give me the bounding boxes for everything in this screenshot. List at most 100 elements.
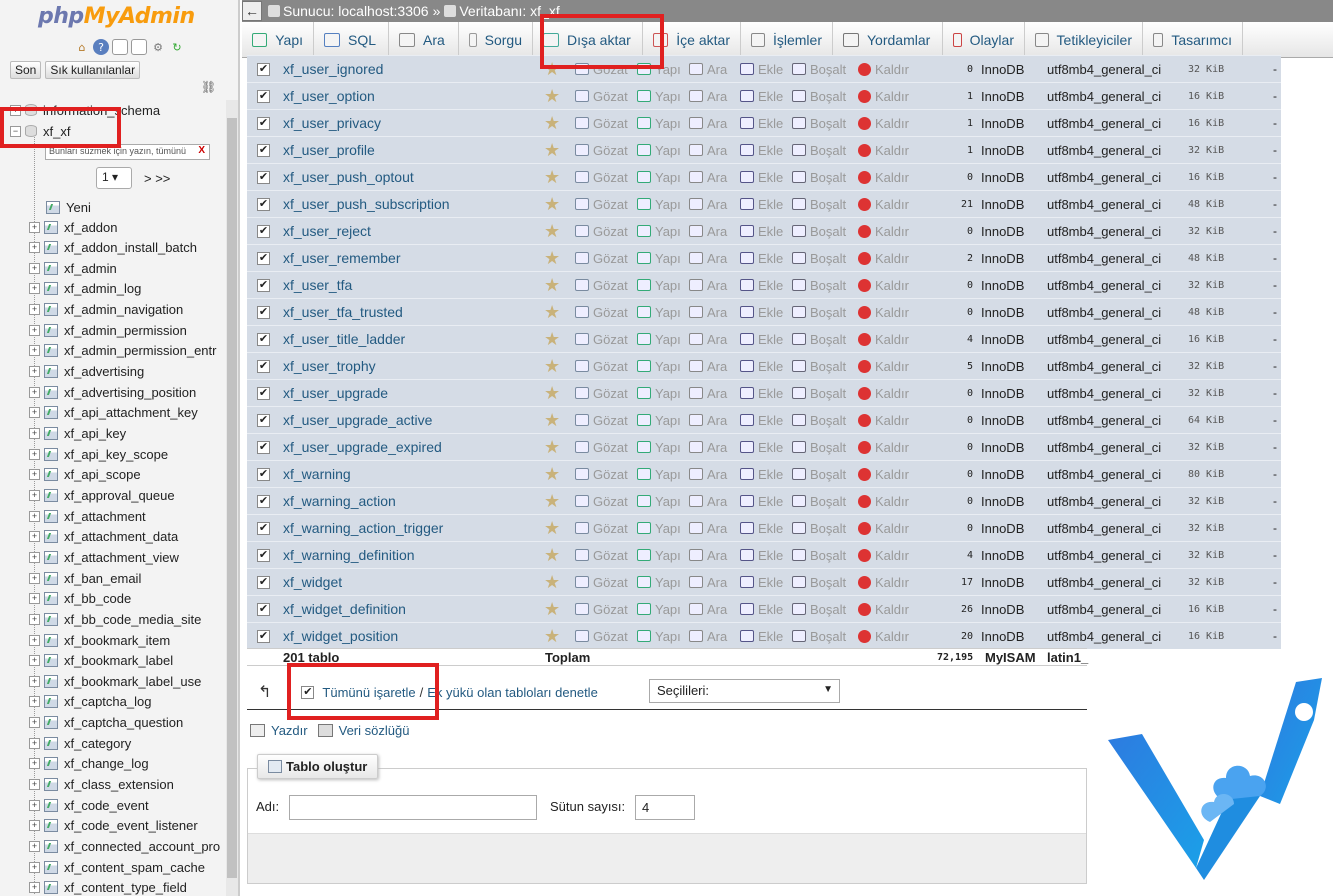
favorite-star-icon[interactable]: ★ bbox=[544, 248, 560, 269]
empty-action[interactable]: Boşalt bbox=[792, 629, 846, 644]
browse-action[interactable]: Gözat bbox=[575, 305, 628, 320]
structure-action[interactable]: Yapı bbox=[637, 116, 681, 131]
empty-action[interactable]: Boşalt bbox=[792, 413, 846, 428]
search-action[interactable]: Ara bbox=[689, 386, 727, 401]
row-checkbox[interactable]: ✔ bbox=[257, 62, 270, 76]
favorite-star-icon[interactable]: ★ bbox=[544, 194, 560, 215]
favorite-star-icon[interactable]: ★ bbox=[544, 599, 560, 620]
structure-action[interactable]: Yapı bbox=[637, 359, 681, 374]
favorite-star-icon[interactable]: ★ bbox=[544, 545, 560, 566]
browse-action[interactable]: Gözat bbox=[575, 251, 628, 266]
table-name-link[interactable]: xf_user_trophy bbox=[283, 358, 376, 374]
tree-table-item[interactable]: + xf_code_event_listener bbox=[0, 816, 226, 836]
reload-icon[interactable]: ↻ bbox=[169, 39, 185, 55]
empty-action[interactable]: Boşalt bbox=[792, 62, 846, 77]
column-count-input[interactable]: 4 bbox=[635, 795, 695, 820]
empty-action[interactable]: Boşalt bbox=[792, 359, 846, 374]
tree-table-item[interactable]: + xf_captcha_log bbox=[0, 692, 226, 712]
data-dictionary-link[interactable]: Veri sözlüğü bbox=[339, 723, 410, 738]
structure-action[interactable]: Yapı bbox=[637, 197, 681, 212]
expand-icon[interactable]: + bbox=[29, 304, 40, 316]
expand-icon[interactable]: + bbox=[29, 634, 40, 646]
tab-wrench[interactable]: İşlemler bbox=[741, 21, 833, 58]
expand-icon[interactable]: + bbox=[29, 799, 40, 811]
table-name-link[interactable]: xf_warning bbox=[283, 466, 351, 482]
next-page-link[interactable]: > >> bbox=[144, 171, 170, 186]
structure-action[interactable]: Yapı bbox=[637, 89, 681, 104]
row-checkbox[interactable]: ✔ bbox=[257, 332, 270, 346]
insert-action[interactable]: Ekle bbox=[740, 548, 783, 563]
row-checkbox[interactable]: ✔ bbox=[257, 170, 270, 184]
tree-table-item[interactable]: + xf_content_spam_cache bbox=[0, 857, 226, 877]
tree-table-item[interactable]: + xf_addon bbox=[0, 217, 226, 237]
empty-action[interactable]: Boşalt bbox=[792, 386, 846, 401]
tree-table-item[interactable]: + xf_admin_permission_entr bbox=[0, 341, 226, 361]
docs-icon[interactable] bbox=[112, 39, 128, 55]
expand-icon[interactable]: + bbox=[29, 283, 40, 295]
structure-action[interactable]: Yapı bbox=[637, 224, 681, 239]
favorite-star-icon[interactable]: ★ bbox=[544, 302, 560, 323]
table-name-link[interactable]: xf_warning_action bbox=[283, 493, 396, 509]
expand-icon[interactable]: + bbox=[29, 407, 40, 419]
favorites-button[interactable]: Sık kullanılanlar bbox=[45, 61, 141, 79]
expand-icon[interactable]: + bbox=[29, 489, 40, 501]
table-name-link[interactable]: xf_user_push_optout bbox=[283, 169, 414, 185]
row-checkbox[interactable]: ✔ bbox=[257, 197, 270, 211]
home-icon[interactable]: ⌂ bbox=[74, 39, 90, 55]
drop-action[interactable]: Kaldır bbox=[858, 62, 909, 77]
expand-icon[interactable]: + bbox=[29, 572, 40, 584]
structure-action[interactable]: Yapı bbox=[637, 494, 681, 509]
tree-table-item[interactable]: + xf_captcha_question bbox=[0, 713, 226, 733]
browse-action[interactable]: Gözat bbox=[575, 332, 628, 347]
tab-sql[interactable]: SQL bbox=[314, 21, 389, 58]
expand-icon[interactable]: + bbox=[29, 221, 40, 233]
drop-action[interactable]: Kaldır bbox=[858, 359, 909, 374]
search-action[interactable]: Ara bbox=[689, 170, 727, 185]
expand-icon[interactable]: + bbox=[29, 737, 40, 749]
browse-action[interactable]: Gözat bbox=[575, 521, 628, 536]
expand-icon[interactable]: + bbox=[29, 758, 40, 770]
search-action[interactable]: Ara bbox=[689, 62, 727, 77]
table-name-link[interactable]: xf_widget_definition bbox=[283, 601, 406, 617]
tree-table-item[interactable]: + xf_admin_navigation bbox=[0, 300, 226, 320]
insert-action[interactable]: Ekle bbox=[740, 386, 783, 401]
empty-action[interactable]: Boşalt bbox=[792, 332, 846, 347]
search-action[interactable]: Ara bbox=[689, 278, 727, 293]
search-action[interactable]: Ara bbox=[689, 251, 727, 266]
tree-table-item[interactable]: + xf_class_extension bbox=[0, 775, 226, 795]
insert-action[interactable]: Ekle bbox=[740, 170, 783, 185]
row-checkbox[interactable]: ✔ bbox=[257, 548, 270, 562]
search-action[interactable]: Ara bbox=[689, 521, 727, 536]
drop-action[interactable]: Kaldır bbox=[858, 278, 909, 293]
recent-button[interactable]: Son bbox=[10, 61, 42, 79]
favorite-star-icon[interactable]: ★ bbox=[544, 329, 560, 350]
tree-table-item[interactable]: + xf_admin_permission bbox=[0, 320, 226, 340]
table-name-link[interactable]: xf_widget bbox=[283, 574, 342, 590]
table-name-link[interactable]: xf_widget_position bbox=[283, 628, 398, 644]
insert-action[interactable]: Ekle bbox=[740, 332, 783, 347]
tree-table-item[interactable]: + xf_advertising bbox=[0, 362, 226, 382]
breadcrumb-server[interactable]: Sunucu: localhost:3306 bbox=[283, 3, 429, 19]
favorite-star-icon[interactable]: ★ bbox=[544, 167, 560, 188]
row-checkbox[interactable]: ✔ bbox=[257, 386, 270, 400]
favorite-star-icon[interactable]: ★ bbox=[544, 383, 560, 404]
row-checkbox[interactable]: ✔ bbox=[257, 629, 270, 643]
tab-designer[interactable]: Tasarımcı bbox=[1143, 21, 1243, 58]
drop-action[interactable]: Kaldır bbox=[858, 224, 909, 239]
drop-action[interactable]: Kaldır bbox=[858, 440, 909, 455]
search-action[interactable]: Ara bbox=[689, 548, 727, 563]
row-checkbox[interactable]: ✔ bbox=[257, 116, 270, 130]
print-link[interactable]: Yazdır bbox=[271, 723, 308, 738]
expand-icon[interactable]: + bbox=[29, 531, 40, 543]
favorite-star-icon[interactable]: ★ bbox=[544, 275, 560, 296]
search-action[interactable]: Ara bbox=[689, 629, 727, 644]
structure-action[interactable]: Yapı bbox=[637, 467, 681, 482]
tree-new-table[interactable]: Yeni bbox=[0, 197, 226, 217]
row-checkbox[interactable]: ✔ bbox=[257, 143, 270, 157]
tree-table-item[interactable]: + xf_bookmark_label_use bbox=[0, 671, 226, 691]
search-action[interactable]: Ara bbox=[689, 494, 727, 509]
table-name-link[interactable]: xf_user_ignored bbox=[283, 61, 383, 77]
structure-action[interactable]: Yapı bbox=[637, 386, 681, 401]
expand-icon[interactable]: + bbox=[29, 841, 40, 852]
search-action[interactable]: Ara bbox=[689, 116, 727, 131]
